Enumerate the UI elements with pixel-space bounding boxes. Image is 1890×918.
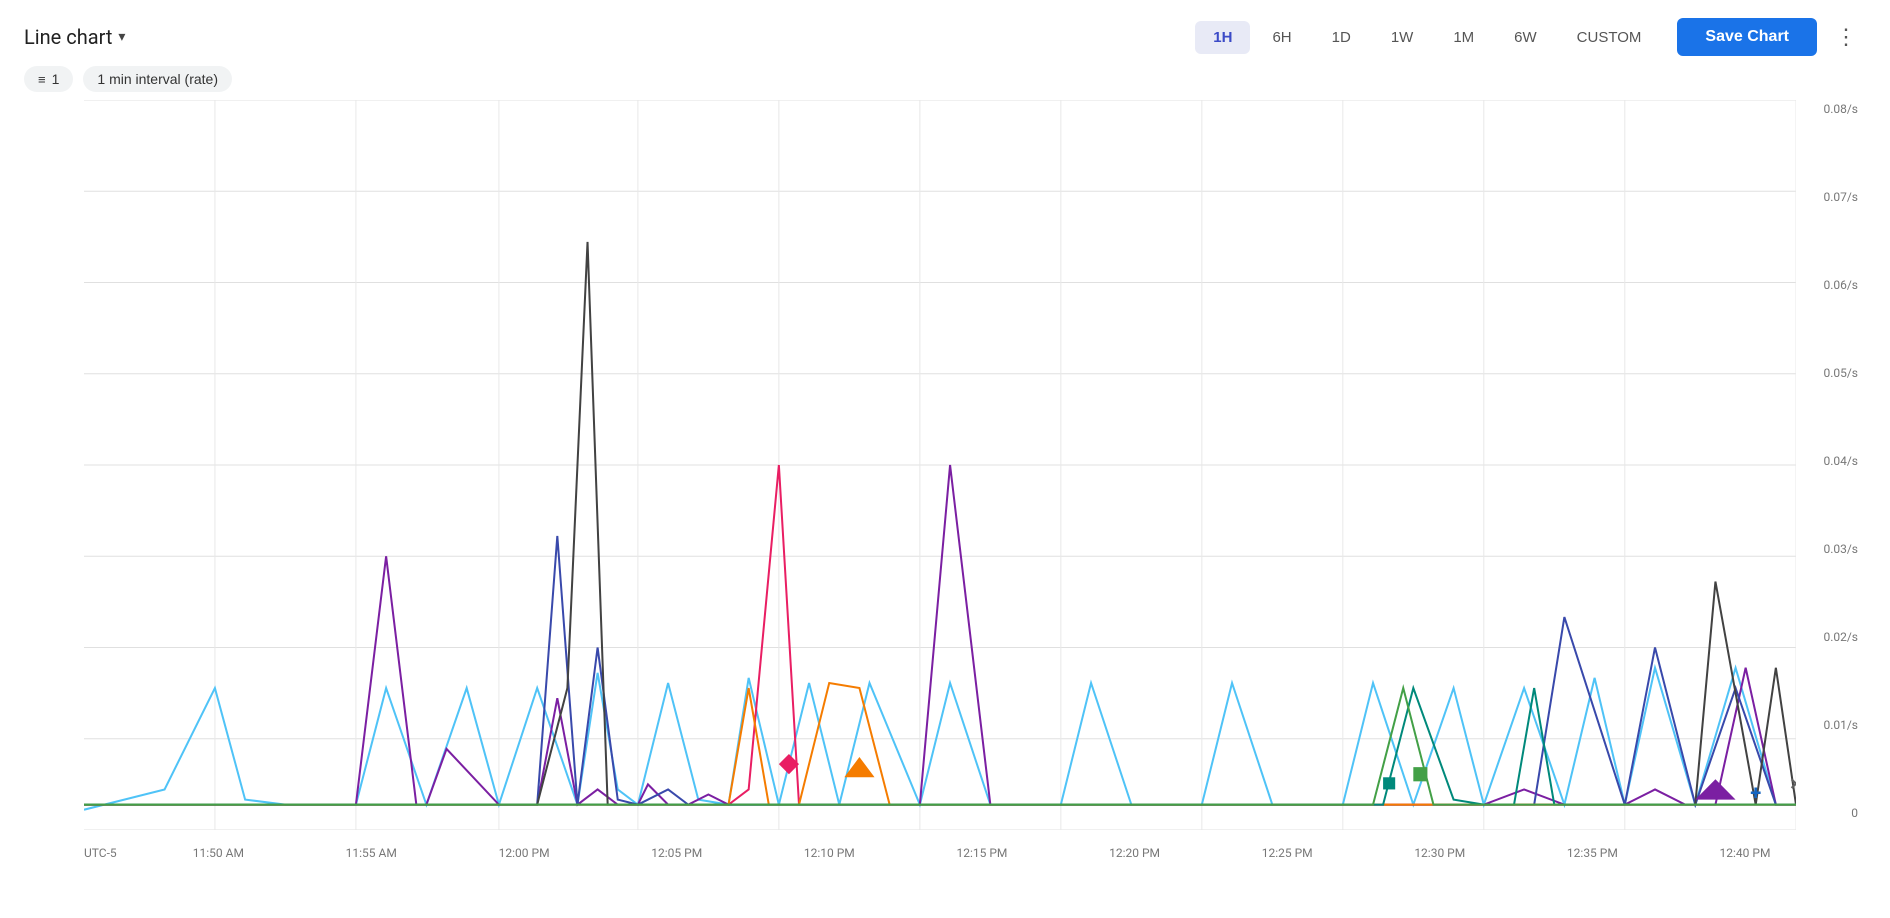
chart-container: 0.08/s 0.07/s 0.06/s 0.05/s 0.04/s 0.03/… xyxy=(24,100,1866,860)
x-label-1200: 12:00 PM xyxy=(499,846,550,860)
x-label-1220: 12:20 PM xyxy=(1109,846,1160,860)
y-label-7: 0.07/s xyxy=(1823,190,1858,204)
marker-x-gray: ✕ xyxy=(1789,774,1796,793)
x-label-1155: 11:55 AM xyxy=(346,846,397,860)
x-label-1215: 12:15 PM xyxy=(956,846,1007,860)
x-label-1210: 12:10 PM xyxy=(804,846,855,860)
filter-icon: ≡ xyxy=(38,72,46,87)
x-label-1235: 12:35 PM xyxy=(1567,846,1618,860)
marker-square-green xyxy=(1413,767,1427,781)
time-btn-1w[interactable]: 1W xyxy=(1373,21,1432,54)
line-green xyxy=(84,688,1796,805)
line-pink xyxy=(84,465,1796,805)
subheader: ≡ 1 1 min interval (rate) xyxy=(0,66,1890,100)
y-label-2: 0.02/s xyxy=(1823,630,1858,644)
chart-area: 0.08/s 0.07/s 0.06/s 0.05/s 0.04/s 0.03/… xyxy=(24,100,1866,860)
marker-square-teal xyxy=(1383,777,1395,789)
y-label-6: 0.06/s xyxy=(1823,278,1858,292)
filter-count: 1 xyxy=(52,71,60,87)
x-label-1205: 12:05 PM xyxy=(651,846,702,860)
x-label-1240: 12:40 PM xyxy=(1720,846,1771,860)
line-teal xyxy=(84,688,1796,805)
time-btn-1m[interactable]: 1M xyxy=(1435,21,1492,54)
x-label-utc: UTC-5 xyxy=(84,846,117,860)
y-label-8: 0.08/s xyxy=(1823,102,1858,116)
line-purple xyxy=(84,465,1796,805)
y-axis-labels: 0.08/s 0.07/s 0.06/s 0.05/s 0.04/s 0.03/… xyxy=(1806,100,1866,820)
x-label-1150: 11:50 AM xyxy=(193,846,244,860)
line-orange xyxy=(84,683,1796,805)
filter-badge[interactable]: ≡ 1 xyxy=(24,66,73,92)
y-label-0: 0 xyxy=(1851,806,1858,820)
marker-plus-blue: + xyxy=(1750,781,1761,805)
y-label-5: 0.05/s xyxy=(1823,366,1858,380)
y-label-4: 0.04/s xyxy=(1823,454,1858,468)
header: Line chart ▾ 1H 6H 1D 1W 1M 6W CUSTOM Sa… xyxy=(0,0,1890,66)
y-label-1: 0.01/s xyxy=(1823,718,1858,732)
time-btn-1h[interactable]: 1H xyxy=(1195,21,1250,54)
chart-type-selector[interactable]: Line chart ▾ xyxy=(24,25,125,49)
x-axis-labels: UTC-5 11:50 AM 11:55 AM 12:00 PM 12:05 P… xyxy=(84,830,1796,860)
time-range-group: 1H 6H 1D 1W 1M 6W CUSTOM xyxy=(1195,21,1659,54)
x-label-1230: 12:30 PM xyxy=(1414,846,1465,860)
time-btn-6h[interactable]: 6H xyxy=(1254,21,1309,54)
time-btn-6w[interactable]: 6W xyxy=(1496,21,1555,54)
y-label-3: 0.03/s xyxy=(1823,542,1858,556)
more-options-button[interactable]: ⋮ xyxy=(1827,20,1866,54)
time-btn-custom[interactable]: CUSTOM xyxy=(1559,21,1660,54)
save-chart-button[interactable]: Save Chart xyxy=(1677,18,1817,56)
chart-svg: + ✕ xyxy=(84,100,1796,830)
chart-type-dropdown-arrow: ▾ xyxy=(118,29,125,45)
chart-type-label: Line chart xyxy=(24,25,112,49)
x-label-1225: 12:25 PM xyxy=(1262,846,1313,860)
time-btn-1d[interactable]: 1D xyxy=(1314,21,1369,54)
interval-badge[interactable]: 1 min interval (rate) xyxy=(83,66,232,92)
